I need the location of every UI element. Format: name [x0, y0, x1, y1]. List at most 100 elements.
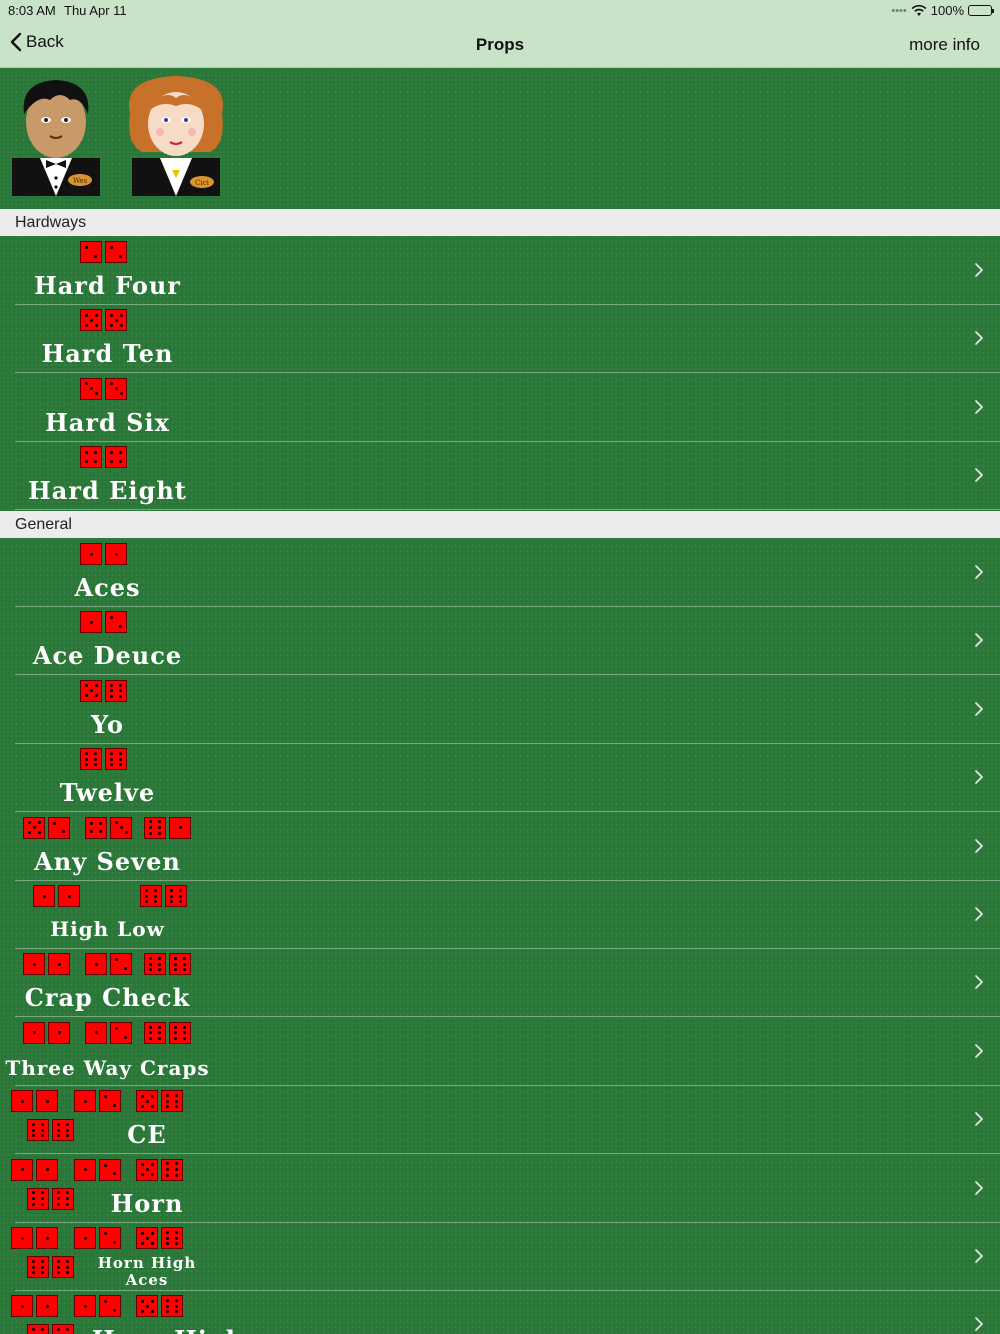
- more-info-button[interactable]: more info: [909, 35, 980, 55]
- die-4: [85, 816, 107, 839]
- die-5: [105, 309, 127, 332]
- prop-row-horn-high[interactable]: Horn High: [0, 1291, 1000, 1334]
- prop-row-ace-deuce[interactable]: Ace Deuce: [0, 607, 1000, 676]
- prop-label: Hard Four: [34, 271, 181, 300]
- chevron-right-icon: [975, 1317, 983, 1332]
- die-1: [11, 1295, 33, 1318]
- die-6: [52, 1256, 74, 1278]
- disclosure-indicator: [974, 701, 984, 722]
- prop-row-horn[interactable]: Horn: [0, 1154, 1000, 1223]
- disclosure-indicator: [974, 1180, 984, 1201]
- wes-name-tag: Wes: [73, 177, 88, 185]
- die-5: [23, 816, 45, 839]
- chevron-right-icon: [975, 1112, 983, 1127]
- prop-label: Horn High: [92, 1325, 243, 1334]
- prop-row-high-low[interactable]: High Low: [0, 881, 1000, 949]
- die-5: [80, 679, 102, 702]
- die-6: [169, 953, 191, 976]
- die-2: [80, 241, 102, 263]
- die-5: [136, 1090, 158, 1113]
- chevron-right-icon: [975, 331, 983, 346]
- disclosure-indicator: [974, 330, 984, 351]
- die-5: [136, 1295, 158, 1318]
- dealer-avatar-cici[interactable]: Cici: [122, 74, 228, 198]
- prop-label: Twelve: [59, 778, 156, 808]
- prop-row-yo[interactable]: Yo: [0, 675, 1000, 744]
- cici-name-tag: Cici: [195, 179, 210, 187]
- die-6: [105, 679, 127, 702]
- prop-row-hard-four[interactable]: Hard Four: [0, 237, 1000, 305]
- prop-row-horn-high-aces[interactable]: Horn High Aces: [0, 1223, 1000, 1291]
- battery-percent: 100%: [930, 3, 964, 18]
- prop-row-hard-eight[interactable]: Hard Eight: [0, 442, 1000, 511]
- chevron-right-icon: [975, 399, 983, 414]
- die-4: [80, 446, 102, 469]
- prop-row-crap-check[interactable]: Crap Check: [0, 949, 1000, 1018]
- die-1: [23, 1021, 45, 1044]
- die-5: [136, 1227, 158, 1249]
- die-6: [161, 1227, 183, 1249]
- die-2: [105, 241, 127, 263]
- die-1: [33, 885, 55, 907]
- die-6: [144, 1021, 166, 1044]
- prop-label: Any Seven: [34, 846, 181, 876]
- prop-row-hard-six[interactable]: Hard Six: [0, 373, 1000, 442]
- die-6: [52, 1324, 74, 1334]
- status-time: 8:03 AM: [8, 3, 56, 18]
- die-1: [74, 1227, 96, 1249]
- die-1: [36, 1295, 58, 1318]
- die-1: [85, 953, 107, 976]
- disclosure-indicator: [974, 906, 984, 927]
- prop-label: Three Way Craps: [5, 1055, 210, 1080]
- die-2: [110, 1021, 132, 1044]
- prop-row-hard-ten[interactable]: Hard Ten: [0, 305, 1000, 374]
- chevron-right-icon: [975, 468, 983, 483]
- die-1: [80, 611, 102, 634]
- disclosure-indicator: [974, 1111, 984, 1132]
- die-6: [27, 1324, 49, 1334]
- die-1: [74, 1090, 96, 1113]
- disclosure-indicator: [974, 1043, 984, 1064]
- disclosure-indicator: [974, 262, 984, 283]
- disclosure-indicator: [974, 399, 984, 420]
- die-2: [99, 1295, 121, 1318]
- die-6: [144, 953, 166, 976]
- die-6: [27, 1119, 49, 1142]
- die-1: [11, 1090, 33, 1113]
- prop-label: Horn: [110, 1188, 184, 1218]
- die-2: [99, 1158, 121, 1181]
- die-1: [23, 953, 45, 976]
- die-3: [105, 377, 127, 400]
- prop-label: Yo: [90, 709, 125, 739]
- dealer-avatars-area: Wes Cici: [0, 68, 1000, 209]
- die-6: [52, 1187, 74, 1210]
- prop-row-any-seven[interactable]: Any Seven: [0, 812, 1000, 881]
- die-6: [169, 1021, 191, 1044]
- die-1: [36, 1090, 58, 1113]
- prop-label: Hard Ten: [41, 339, 174, 369]
- die-1: [48, 953, 70, 976]
- die-6: [165, 885, 187, 907]
- status-bar: 8:03 AM Thu Apr 11 •••• 100%: [0, 0, 1000, 22]
- die-1: [11, 1227, 33, 1249]
- disclosure-indicator: [974, 1316, 984, 1334]
- dealer-avatar-wes[interactable]: Wes: [10, 74, 102, 198]
- prop-row-aces[interactable]: Aces: [0, 539, 1000, 607]
- die-1: [11, 1158, 33, 1181]
- prop-row-twelve[interactable]: Twelve: [0, 744, 1000, 813]
- die-6: [27, 1187, 49, 1210]
- die-5: [80, 309, 102, 332]
- die-5: [136, 1158, 158, 1181]
- chevron-right-icon: [975, 907, 983, 921]
- battery-icon: [968, 5, 994, 16]
- die-1: [80, 543, 102, 565]
- die-1: [36, 1158, 58, 1181]
- disclosure-indicator: [974, 467, 984, 488]
- die-3: [110, 816, 132, 839]
- die-6: [144, 816, 166, 839]
- die-6: [161, 1158, 183, 1181]
- prop-row-ce[interactable]: CE: [0, 1086, 1000, 1155]
- prop-label: CE: [127, 1120, 167, 1150]
- die-2: [48, 816, 70, 839]
- prop-row-three-way-craps[interactable]: Three Way Craps: [0, 1017, 1000, 1086]
